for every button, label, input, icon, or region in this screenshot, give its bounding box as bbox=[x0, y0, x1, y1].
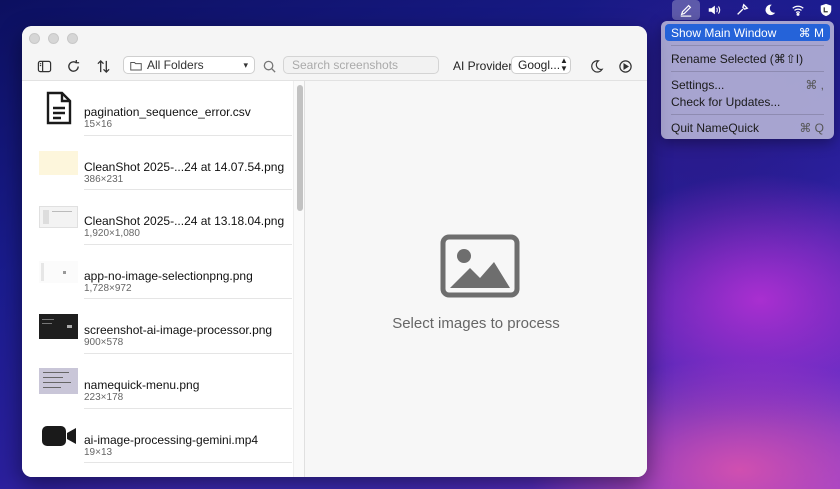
image-thumbnail bbox=[39, 204, 78, 230]
menu-item-label: Check for Updates... bbox=[671, 94, 781, 109]
menu-separator bbox=[671, 71, 824, 72]
list-item[interactable]: namequick-menu.png 223×178 bbox=[22, 354, 292, 409]
file-name: CleanShot 2025-...24 at 14.07.54.png bbox=[84, 159, 285, 174]
file-dimensions: 19×13 bbox=[84, 446, 113, 458]
sidebar-toggle-icon[interactable] bbox=[36, 58, 52, 74]
shield-icon[interactable] bbox=[812, 0, 840, 20]
file-dimensions: 386×231 bbox=[84, 173, 124, 185]
image-thumbnail bbox=[39, 313, 78, 339]
list-item[interactable]: screenshot-ai-image-processor.png 900×57… bbox=[22, 299, 292, 354]
search-input[interactable] bbox=[283, 56, 439, 74]
file-name: namequick-menu.png bbox=[84, 377, 200, 392]
list-item[interactable]: ai-image-processing-gemini.mp4 19×13 bbox=[22, 409, 292, 464]
file-dimensions: 1,728×972 bbox=[84, 282, 132, 294]
search-icon bbox=[261, 58, 277, 74]
folder-select-value: All Folders bbox=[147, 58, 204, 72]
image-thumbnail bbox=[39, 259, 78, 285]
menu-item-rename-selected[interactable]: Rename Selected (⌘⇧I) bbox=[665, 50, 830, 67]
photo-placeholder-icon bbox=[440, 234, 520, 301]
ai-provider-label: AI Provider bbox=[453, 59, 513, 73]
list-item[interactable]: CleanShot 2025-...24 at 14.07.54.png 386… bbox=[22, 136, 292, 191]
file-sidebar: pagination_sequence_error.csv 15×16 Clea… bbox=[22, 81, 304, 477]
chevron-updown-icon: ▲ ▼ bbox=[560, 56, 568, 73]
menu-bar bbox=[0, 0, 840, 20]
eyedropper-icon[interactable] bbox=[728, 0, 756, 20]
menu-item-quit[interactable]: Quit NameQuick ⌘ Q bbox=[665, 119, 830, 136]
file-name: app-no-image-selectionpng.png bbox=[84, 268, 253, 283]
document-icon bbox=[39, 91, 78, 125]
moon-icon[interactable] bbox=[756, 0, 784, 20]
divider bbox=[84, 462, 292, 464]
menu-separator bbox=[671, 45, 824, 46]
scroll-thumb[interactable] bbox=[297, 85, 303, 211]
toolbar: All Folders ▾ AI Provider Googl... ▲▼ bbox=[22, 50, 647, 81]
menu-item-label: Rename Selected (⌘⇧I) bbox=[671, 51, 804, 66]
menu-item-label: Quit NameQuick bbox=[671, 120, 760, 135]
file-name: screenshot-ai-image-processor.png bbox=[84, 323, 273, 338]
file-dimensions: 223×178 bbox=[84, 391, 124, 403]
file-dimensions: 900×578 bbox=[84, 337, 124, 349]
video-camera-icon bbox=[39, 423, 78, 449]
main-window: All Folders ▾ AI Provider Googl... ▲▼ bbox=[22, 26, 647, 477]
refresh-icon[interactable] bbox=[65, 58, 81, 74]
image-thumbnail bbox=[39, 367, 78, 394]
menu-item-shortcut: ⌘ , bbox=[805, 77, 824, 92]
menu-item-settings[interactable]: Settings... ⌘ , bbox=[665, 76, 830, 93]
ai-provider-select[interactable]: Googl... ▲ ▼ bbox=[511, 56, 571, 74]
file-list: pagination_sequence_error.csv 15×16 Clea… bbox=[22, 81, 292, 464]
moon-icon[interactable] bbox=[588, 58, 604, 74]
file-dimensions: 15×16 bbox=[84, 119, 113, 130]
folder-icon bbox=[130, 61, 142, 70]
sort-icon[interactable] bbox=[95, 58, 111, 74]
list-item[interactable]: pagination_sequence_error.csv 15×16 bbox=[22, 81, 292, 136]
ai-provider-value: Googl... bbox=[518, 58, 561, 72]
scrollbar[interactable] bbox=[293, 81, 304, 477]
menu-item-check-for-updates[interactable]: Check for Updates... bbox=[665, 93, 830, 110]
close-button[interactable] bbox=[29, 32, 40, 44]
file-name: pagination_sequence_error.csv bbox=[84, 105, 251, 119]
file-dimensions: 1,920×1,080 bbox=[84, 228, 140, 240]
list-item[interactable]: app-no-image-selectionpng.png 1,728×972 bbox=[22, 245, 292, 300]
minimize-button[interactable] bbox=[48, 32, 59, 44]
menu-separator bbox=[671, 114, 824, 115]
empty-state-message: Select images to process bbox=[392, 315, 560, 332]
folder-select[interactable]: All Folders ▾ bbox=[123, 56, 255, 74]
play-circle-icon[interactable] bbox=[617, 58, 633, 74]
menu-item-show-main-window[interactable]: Show Main Window ⌘ M bbox=[665, 24, 830, 41]
menu-item-label: Show Main Window bbox=[671, 25, 777, 40]
menu-item-shortcut: ⌘ Q bbox=[799, 120, 824, 135]
namequick-pen-icon[interactable] bbox=[672, 0, 700, 20]
preview-pane: Select images to process bbox=[304, 81, 647, 477]
content-area: pagination_sequence_error.csv 15×16 Clea… bbox=[22, 81, 647, 477]
image-thumbnail bbox=[39, 150, 78, 176]
wifi-icon[interactable] bbox=[784, 0, 812, 20]
file-name: CleanShot 2025-...24 at 13.18.04.png bbox=[84, 214, 285, 229]
list-item[interactable]: CleanShot 2025-...24 at 13.18.04.png 1,9… bbox=[22, 190, 292, 245]
menu-item-shortcut: ⌘ M bbox=[798, 25, 824, 40]
title-bar bbox=[22, 26, 647, 50]
chevron-down-icon: ▾ bbox=[243, 59, 248, 70]
volume-icon[interactable] bbox=[700, 0, 728, 20]
namequick-menu: Show Main Window ⌘ M Rename Selected (⌘⇧… bbox=[661, 21, 834, 139]
zoom-button[interactable] bbox=[67, 32, 78, 44]
file-name: ai-image-processing-gemini.mp4 bbox=[84, 432, 259, 447]
menu-item-label: Settings... bbox=[671, 77, 725, 92]
